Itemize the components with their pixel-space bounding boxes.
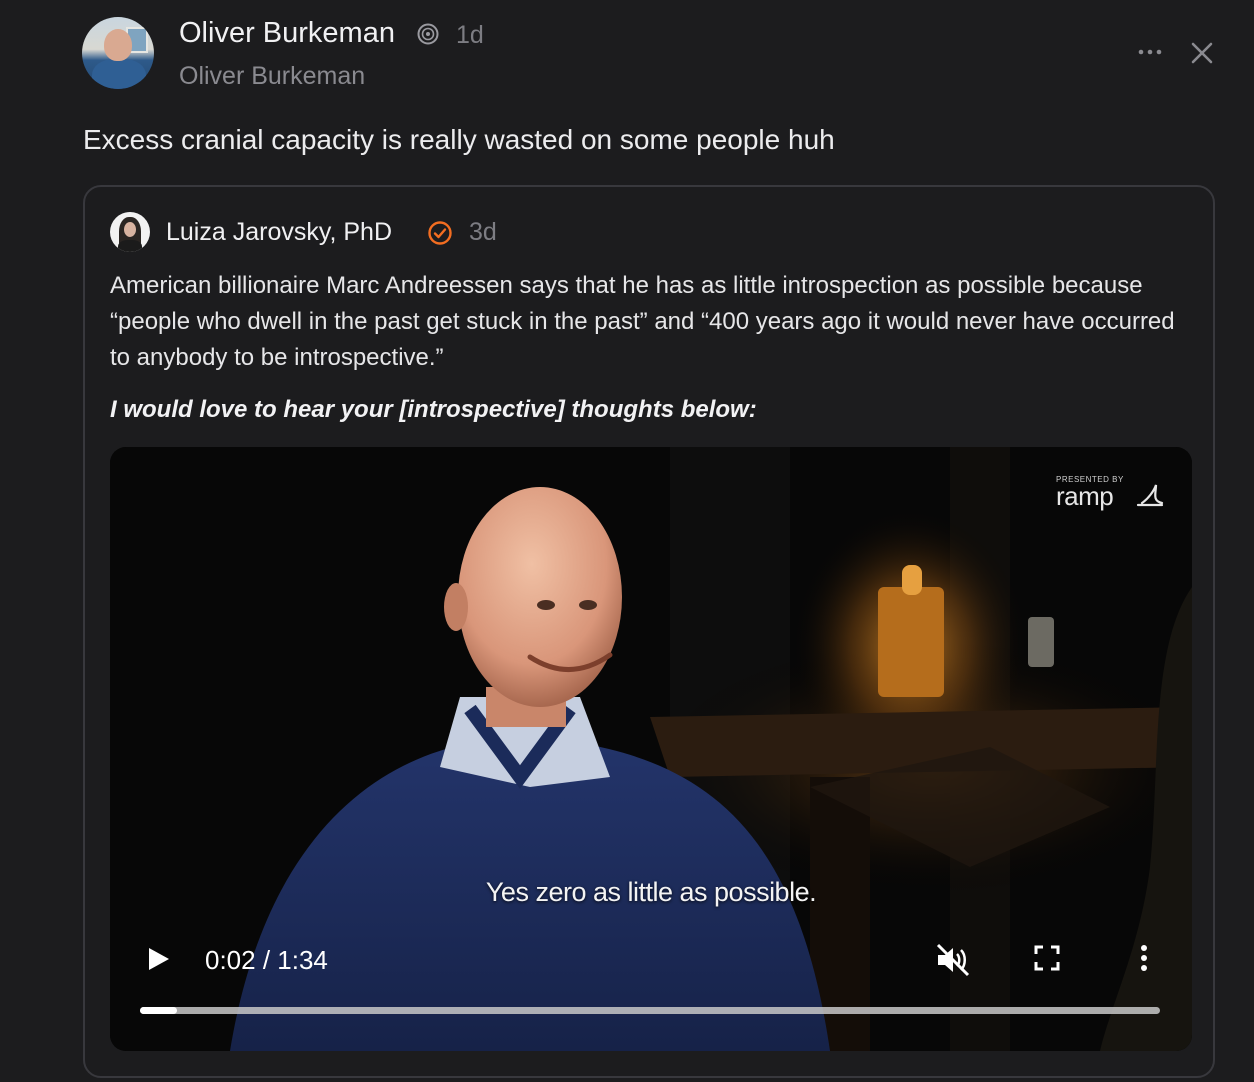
- quoted-post-text: American billionaire Marc Andreessen say…: [110, 268, 1200, 376]
- more-horizontal-icon: [1138, 49, 1162, 55]
- video-time-display: 0:02 / 1:34: [205, 945, 328, 975]
- video-progress-bar[interactable]: [140, 1007, 1160, 1014]
- fullscreen-button[interactable]: [1032, 943, 1062, 973]
- muted-speaker-icon: [936, 943, 970, 977]
- quoted-emphasis-text: I would love to hear your [introspective…: [110, 396, 757, 423]
- quoted-post-card[interactable]: Luiza Jarovsky, PhD 3d American billiona…: [83, 185, 1215, 1078]
- video-menu-button[interactable]: [1132, 943, 1156, 973]
- ramp-logo-icon: [1136, 484, 1164, 507]
- more-options-button[interactable]: [1133, 38, 1167, 66]
- video-player[interactable]: PRESENTED BY ramp Yes zero as little as …: [110, 447, 1192, 1051]
- close-button[interactable]: [1188, 39, 1216, 67]
- quoted-timestamp: 3d: [469, 218, 497, 246]
- avatar[interactable]: [82, 17, 154, 89]
- quoted-body-paragraph: American billionaire Marc Andreessen say…: [110, 272, 1175, 371]
- video-subtitle: Yes zero as little as possible.: [485, 877, 817, 907]
- mute-button[interactable]: [934, 941, 972, 979]
- verified-check-icon: [428, 221, 452, 245]
- quoted-author-name[interactable]: Luiza Jarovsky, PhD: [166, 216, 392, 248]
- post: Oliver Burkeman 1d Oliver Burkeman Exces…: [0, 0, 1254, 1082]
- video-progress-fill: [140, 1007, 177, 1014]
- post-timestamp: 1d: [456, 21, 484, 49]
- play-icon: [149, 948, 169, 970]
- author-name[interactable]: Oliver Burkeman: [179, 15, 395, 51]
- ramp-watermark: PRESENTED BY ramp: [1056, 475, 1166, 515]
- post-text: Excess cranial capacity is really wasted…: [83, 124, 835, 155]
- more-vertical-icon: [1141, 945, 1147, 971]
- watermark-brand-text: ramp: [1056, 481, 1114, 511]
- play-button[interactable]: [144, 944, 172, 974]
- quoted-author-avatar[interactable]: [110, 212, 150, 252]
- author-subtitle: Oliver Burkeman: [179, 62, 366, 90]
- fullscreen-icon: [1034, 945, 1060, 971]
- subscriber-badge-icon: [417, 23, 439, 45]
